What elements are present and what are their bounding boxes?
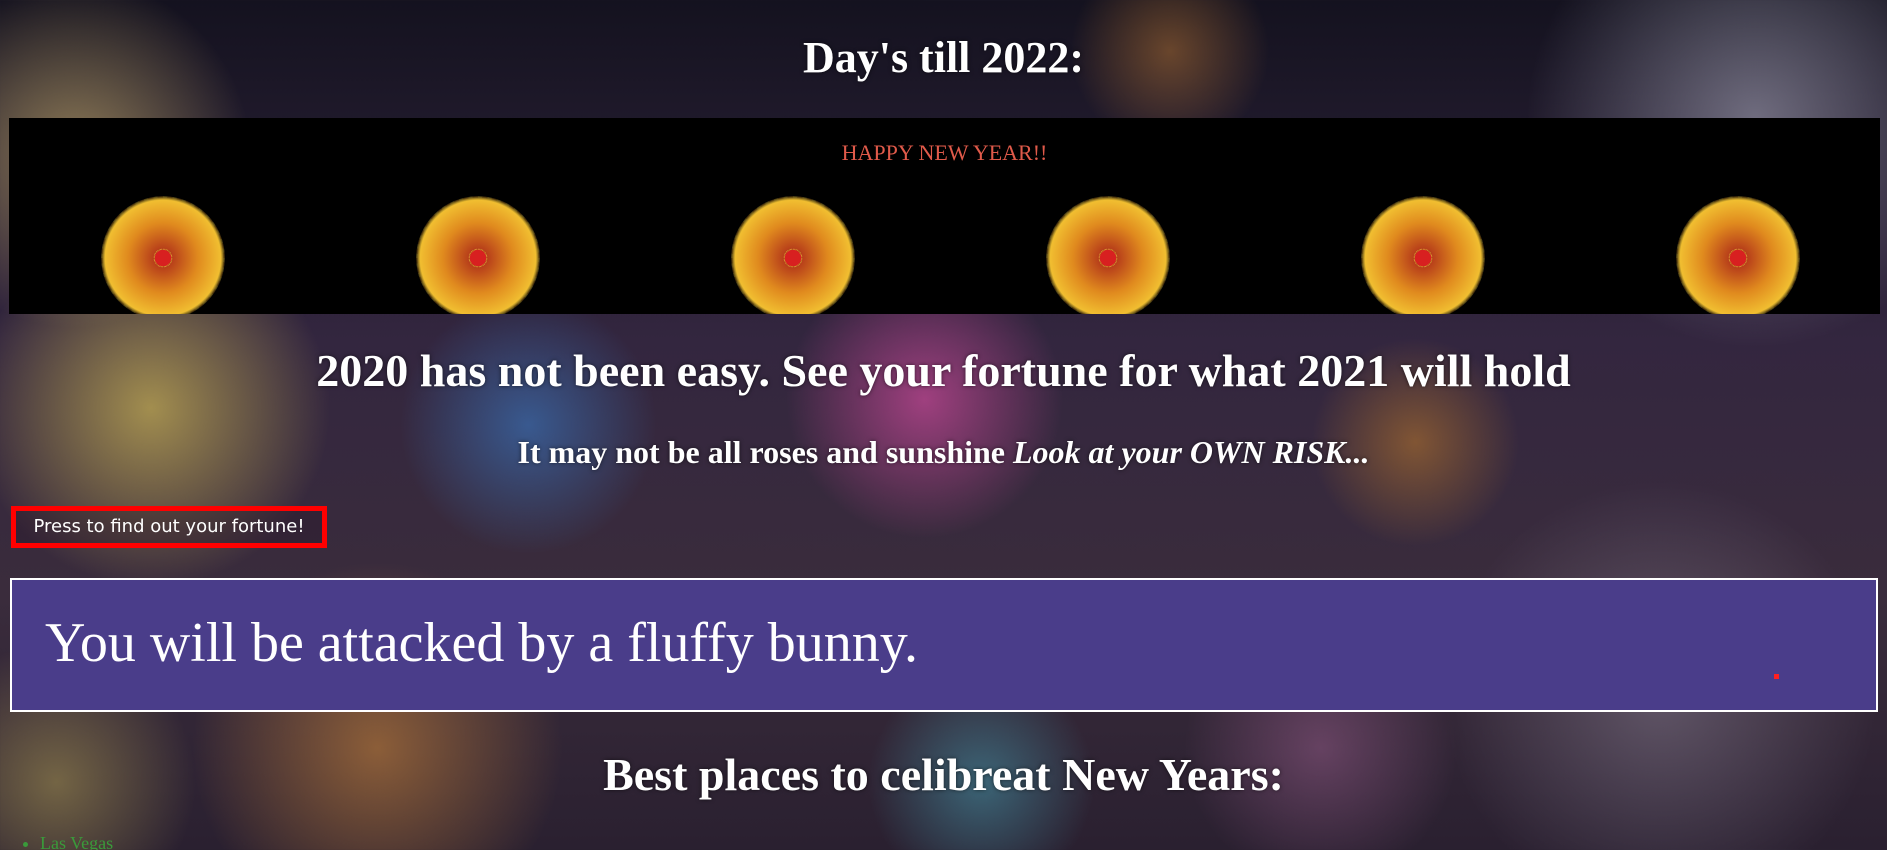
fortune-marker-dot	[1774, 674, 1779, 679]
firework-banner: HAPPY NEW YEAR!!	[9, 118, 1880, 314]
countdown-heading: Day's till 2022:	[802, 33, 1085, 82]
firework-icon	[731, 196, 855, 314]
risk-warning-emphasis: Look at your OWN RISK...	[1013, 434, 1370, 470]
places-list: Las Vegas	[0, 832, 113, 850]
firework-icon	[416, 196, 540, 314]
subtitle-heading: 2020 has not been easy. See your fortune…	[316, 345, 1571, 396]
firework-icon	[1361, 196, 1485, 314]
firework-icon	[1676, 196, 1800, 314]
places-heading: Best places to celibreat New Years:	[603, 749, 1284, 800]
firework-icon	[1046, 196, 1170, 314]
risk-warning-text: It may not be all roses and sunshine	[517, 434, 1013, 470]
places-list-item: Las Vegas	[40, 832, 113, 850]
fortune-text: You will be attacked by a fluffy bunny.	[45, 612, 919, 674]
fortune-button[interactable]: Press to find out your fortune!	[11, 506, 327, 548]
firework-icon	[101, 196, 225, 314]
banner-message: HAPPY NEW YEAR!!	[841, 140, 1048, 165]
fortune-box: You will be attacked by a fluffy bunny.	[10, 578, 1878, 712]
risk-warning: It may not be all roses and sunshine Loo…	[0, 432, 1887, 472]
